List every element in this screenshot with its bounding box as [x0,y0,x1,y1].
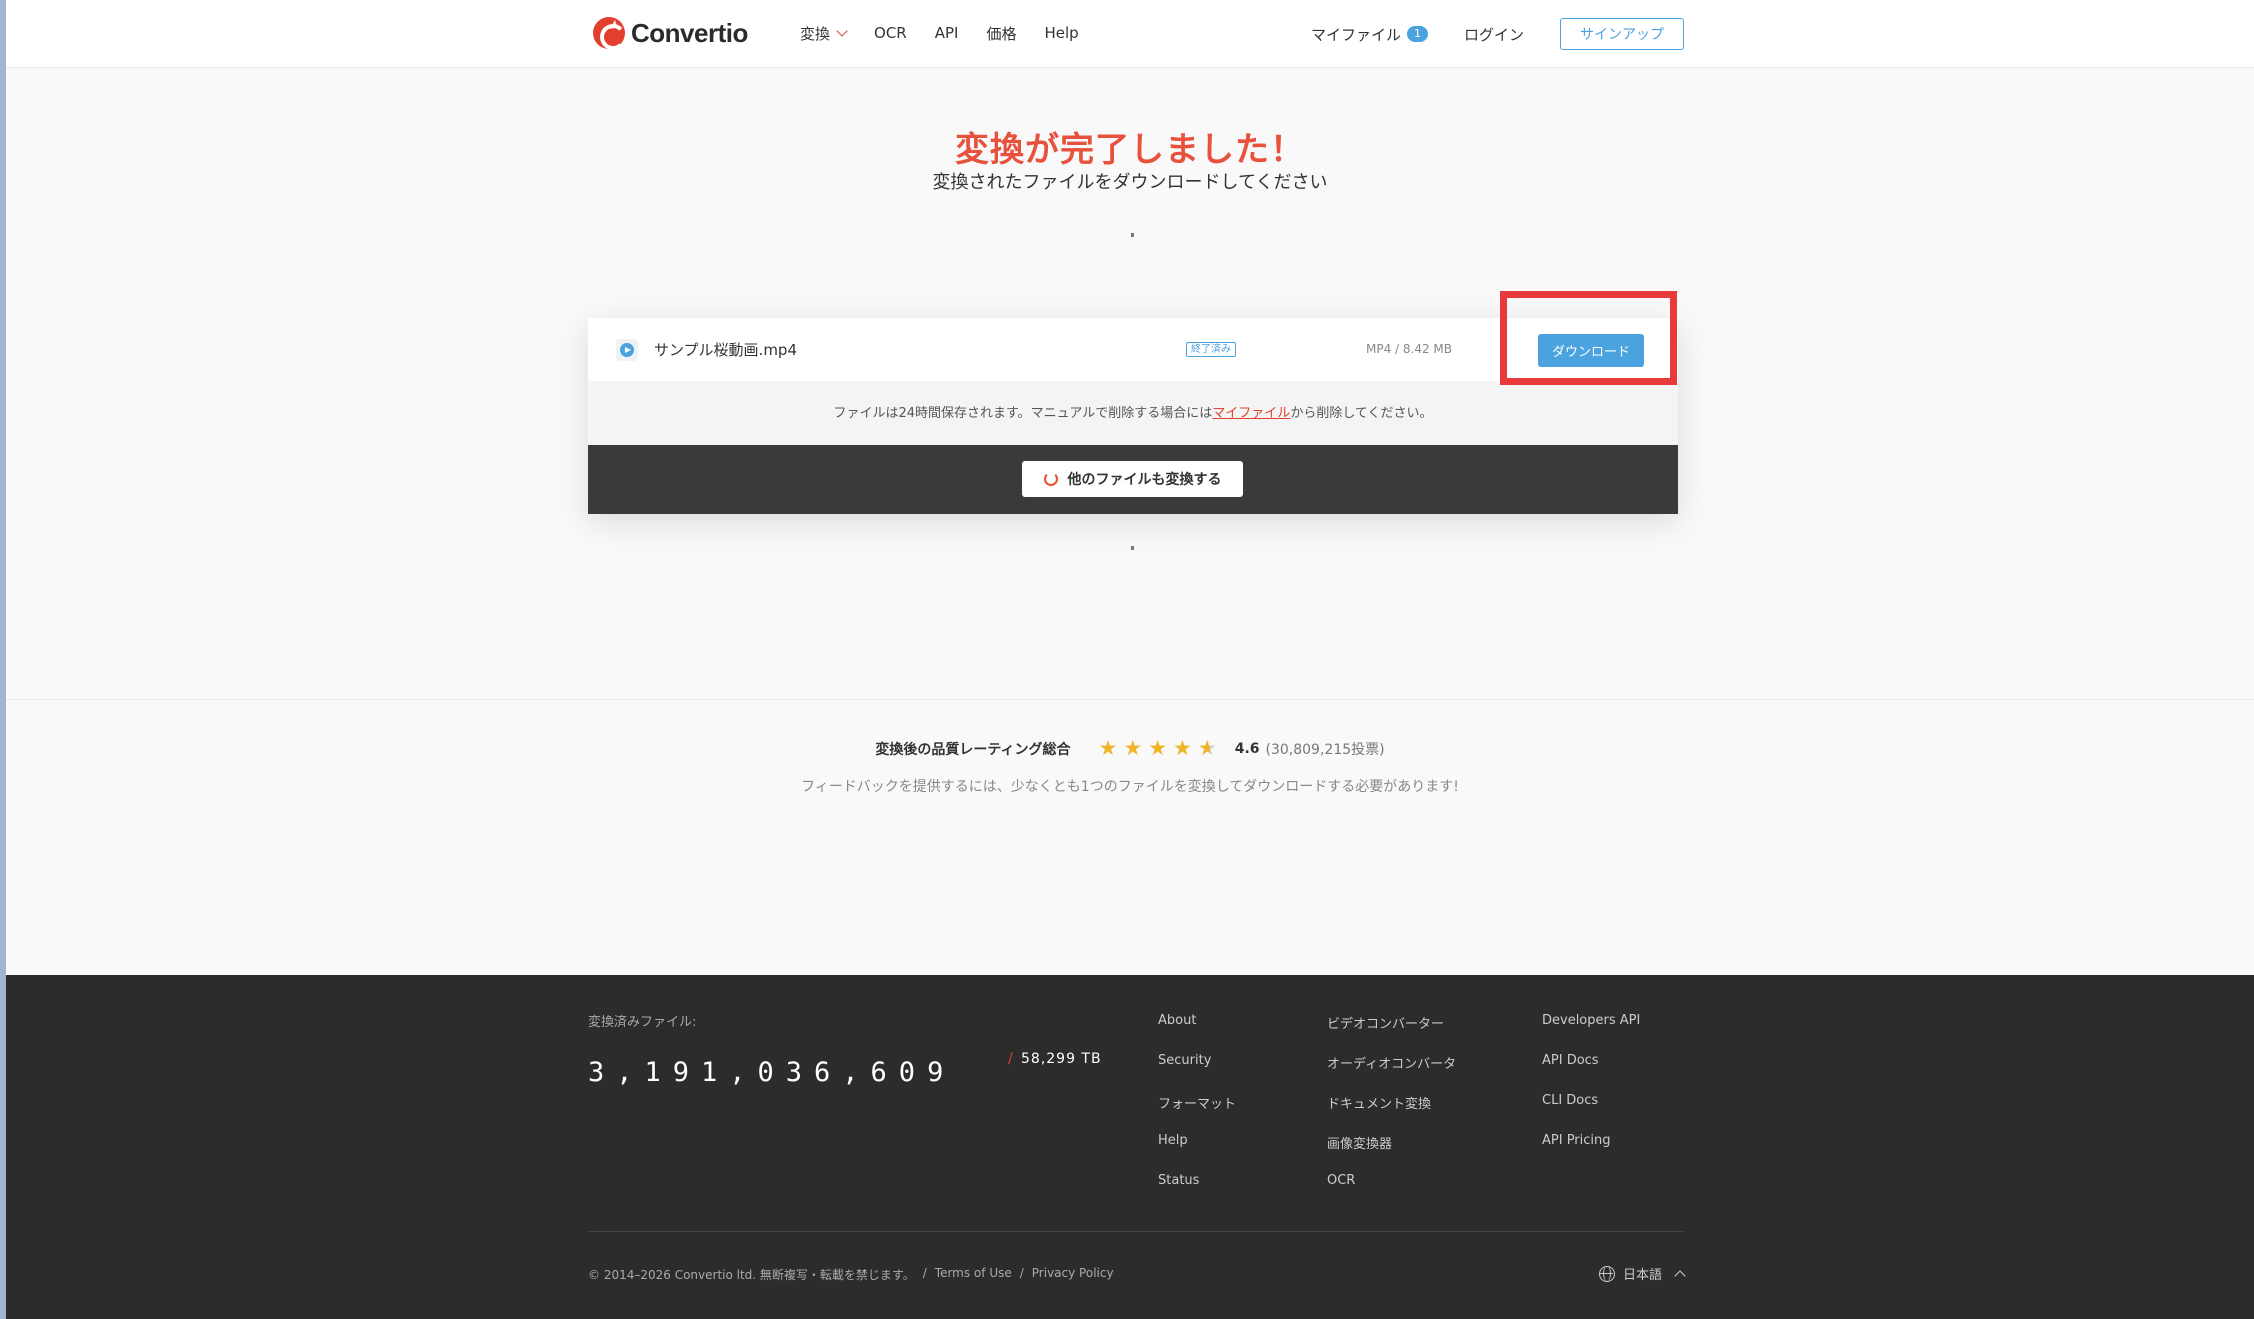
nav-convert-label: 変換 [800,24,831,43]
convertio-logo-icon [593,17,626,50]
file-meta: MP4 / 8.42 MB [1366,342,1453,356]
my-files-label: マイファイル [1310,25,1401,44]
rating-votes: (30,809,215投票) [1265,741,1385,758]
star-icon: ★ [1123,736,1143,760]
footer-divider [588,1231,1684,1232]
nav-ocr[interactable]: OCR [874,22,907,44]
login-link[interactable]: ログイン [1464,24,1524,45]
language-selector[interactable]: 日本語 [1598,1264,1686,1283]
feedback-notice: フィードバックを提供するには、少なくとも1つのファイルを変換してダウンロードする… [801,779,1459,795]
quality-rating: 変換後の品質レーティング総合 ★ ★ ★ ★ ★ 4.6 (30,809,215… [6,738,2254,759]
logo-text: Convertio [631,17,748,48]
main-nav: 変換 OCR API 価格 Help [800,22,1107,44]
footer-link-about[interactable]: About [1158,1013,1236,1053]
video-play-icon[interactable] [616,339,638,361]
footer-link-api-pricing[interactable]: API Pricing [1542,1133,1640,1173]
star-icon: ★ [1173,736,1192,760]
footer-link-developers-api[interactable]: Developers API [1542,1013,1640,1053]
section-divider [6,699,2254,700]
half-star-icon: ★ [1197,736,1217,760]
footer-link-cli-docs[interactable]: CLI Docs [1542,1093,1640,1133]
footer-link-image-converter[interactable]: 画像変換器 [1327,1133,1456,1173]
footer-link-audio-converter[interactable]: オーディオコンバータ [1327,1053,1456,1093]
my-files-count-badge: 1 [1406,26,1428,42]
convert-more-bar: 他のファイルも変換する [588,445,1678,514]
rating-label: 変換後の品質レーティング総合 [875,741,1071,758]
converted-tb: 58,299 TB [1021,1051,1102,1067]
status-badge: 終了済み [1186,342,1236,357]
star-icon: ★ [1098,736,1118,760]
nav-api[interactable]: API [935,22,959,44]
chevron-up-icon [1674,1269,1686,1282]
footer-link-ocr[interactable]: OCR [1327,1173,1456,1213]
footer-col-converters: ビデオコンバーター オーディオコンバータ ドキュメント変換 画像変換器 OCR [1327,1013,1456,1213]
notice-text-after: から削除してください。 [1290,406,1433,421]
convert-more-label: 他のファイルも変換する [1067,472,1222,488]
chevron-down-icon [836,25,848,37]
download-highlight-box [1500,291,1677,385]
footer-link-api-docs[interactable]: API Docs [1542,1053,1640,1093]
nav-pricing[interactable]: 価格 [986,22,1016,44]
ad-placeholder-dot-2 [1131,546,1134,550]
rating-score: 4.6 [1234,740,1260,757]
nav-convert[interactable]: 変換 [800,22,848,44]
my-files-link[interactable]: マイファイル 1 [1311,24,1428,45]
counter-slash: / [1008,1051,1013,1067]
footer-sep: / [922,1266,927,1280]
account-nav: マイファイル 1 ログイン サインアップ [1311,18,1684,50]
converted-files-counter: 3,191,036,609 [588,1057,956,1088]
site-footer: 変換済みファイル: 3,191,036,609 / 58,299 TB Abou… [6,975,2254,1319]
footer-link-document-converter[interactable]: ドキュメント変換 [1327,1093,1456,1133]
footer-col-company: About Security フォーマット Help Status [1158,1013,1236,1213]
footer-col-developers: Developers API API Docs CLI Docs API Pri… [1542,1013,1640,1173]
site-header: Convertio 変換 OCR API 価格 Help マイファイル 1 ログ… [6,0,2254,68]
footer-link-security[interactable]: Security [1158,1053,1236,1093]
rating-stars: ★ ★ ★ ★ ★ [1099,738,1217,759]
storage-notice: ファイルは24時間保存されます。マニュアルで削除する場合にはマイファイルから削除… [588,402,1678,421]
star-icon: ★ [1148,736,1168,760]
page-title: 変換が完了しました！ [955,130,1305,170]
my-files-notice-link[interactable]: マイファイル [1212,406,1290,421]
convert-more-button[interactable]: 他のファイルも変換する [1022,461,1243,497]
copyright-text: © 2014–2026 Convertio ltd. 無断複写・転載を禁じます。 [588,1268,915,1282]
copyright-row: © 2014–2026 Convertio ltd. 無断複写・転載を禁じます。… [588,1266,1114,1283]
nav-help[interactable]: Help [1044,22,1078,44]
notice-text-before: ファイルは24時間保存されます。マニュアルで削除する場合には [833,406,1213,421]
privacy-link[interactable]: Privacy Policy [1032,1266,1114,1283]
globe-icon [1598,1265,1615,1282]
page-subtitle: 変換されたファイルをダウンロードしてください [932,172,1328,193]
file-name: サンプル桜動画.mp4 [654,341,797,359]
signup-button[interactable]: サインアップ [1560,18,1684,50]
converted-files-label: 変換済みファイル: [588,1015,697,1030]
footer-sep: / [1019,1266,1024,1280]
refresh-icon [1043,472,1058,486]
language-label: 日本語 [1622,1268,1662,1283]
footer-link-video-converter[interactable]: ビデオコンバーター [1327,1013,1456,1053]
footer-link-status[interactable]: Status [1158,1173,1236,1213]
footer-link-formats[interactable]: フォーマット [1158,1093,1236,1133]
ad-placeholder-dot [1131,233,1134,237]
terms-link[interactable]: Terms of Use [935,1266,1012,1283]
convertio-logo[interactable]: Convertio [593,16,748,50]
footer-link-help[interactable]: Help [1158,1133,1236,1173]
